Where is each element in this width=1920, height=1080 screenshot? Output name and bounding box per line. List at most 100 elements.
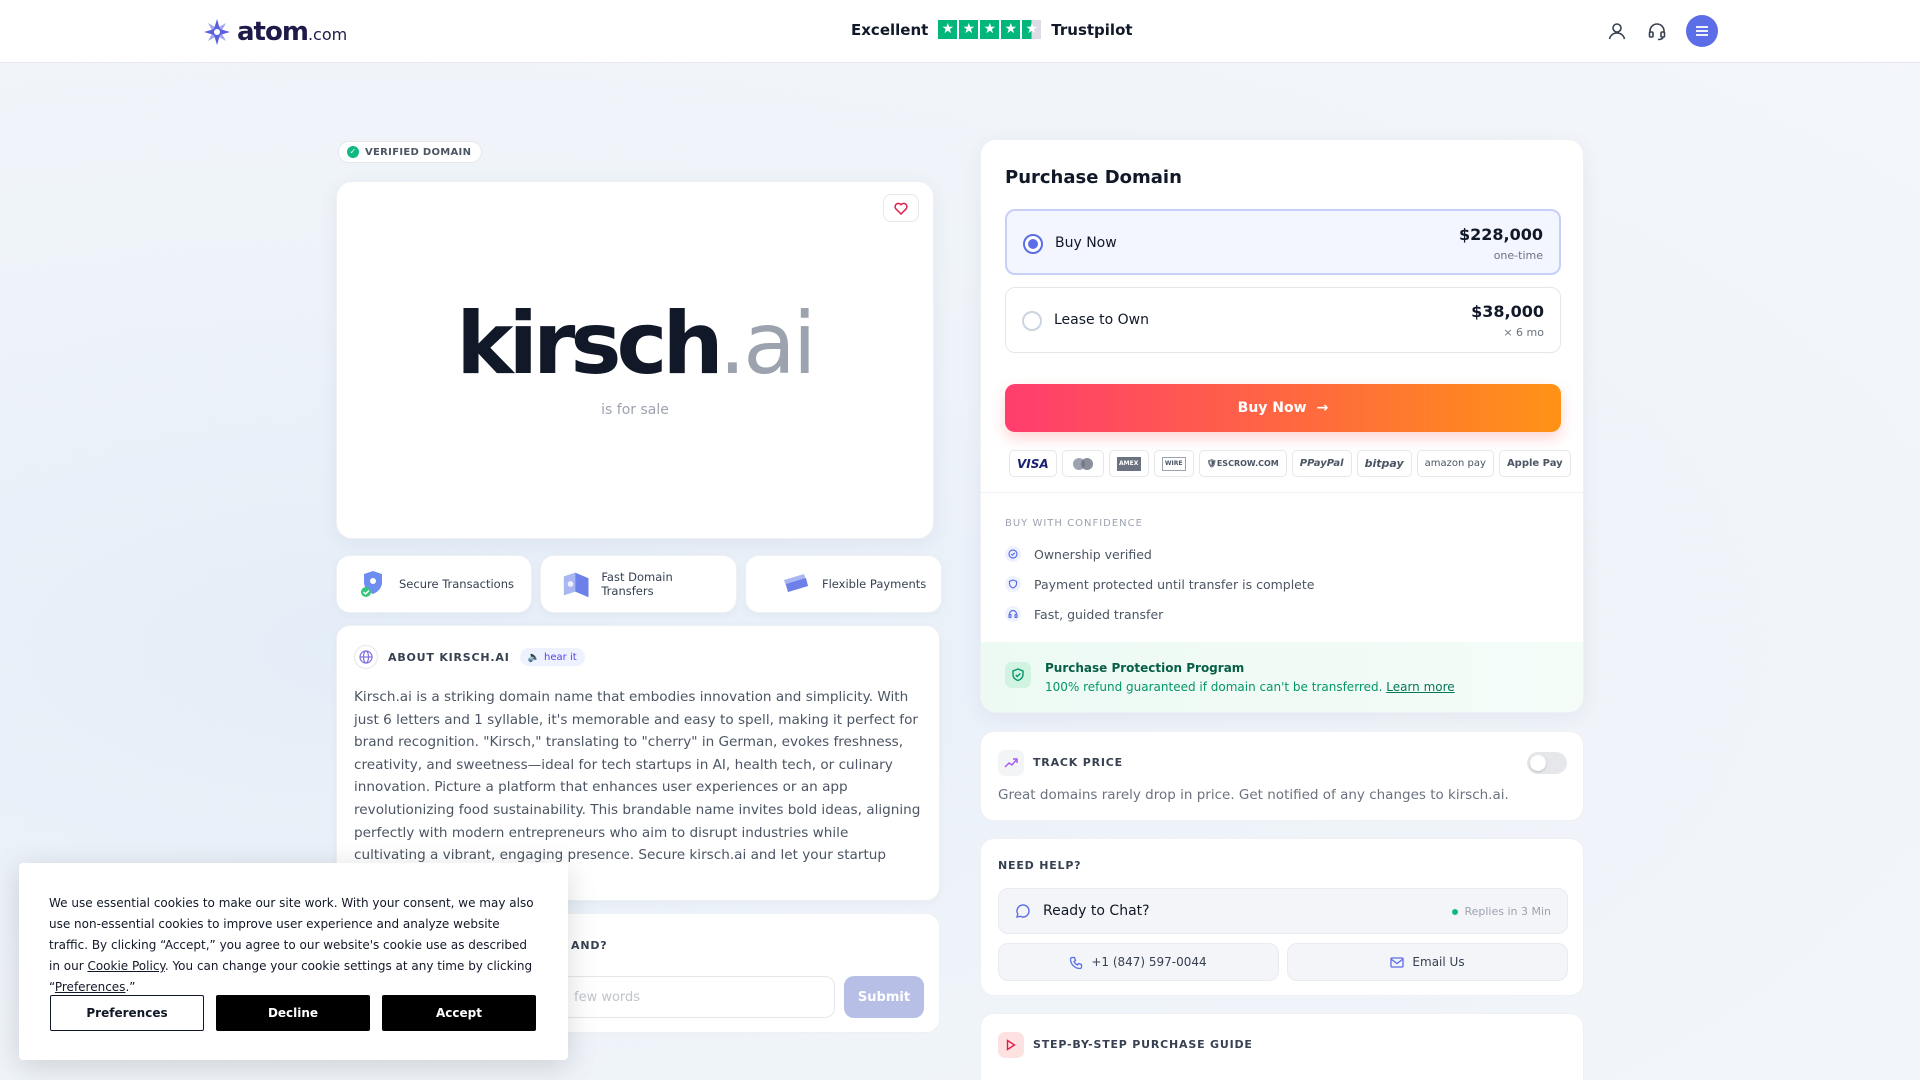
submit-button[interactable]: Submit [844, 976, 924, 1018]
cookie-policy-link[interactable]: Cookie Policy [87, 959, 164, 973]
feature-label: Fast Domain Transfers [601, 570, 673, 598]
purchase-guide-card[interactable]: STEP-BY-STEP PURCHASE GUIDE [980, 1013, 1584, 1080]
favorite-button[interactable] [883, 194, 919, 222]
confidence-item: Payment protected until transfer is comp… [1005, 576, 1314, 592]
apple-pay-logo: Apple Pay [1498, 450, 1571, 477]
check-icon: ✓ [347, 146, 359, 158]
headset-icon[interactable] [1646, 20, 1668, 42]
radio-lease-to-own[interactable] [1022, 311, 1042, 331]
menu-icon [1696, 26, 1708, 36]
speaker-icon: 🔈 [527, 651, 541, 663]
star-icon: ★ [938, 20, 958, 39]
option-sub: one-time [1493, 249, 1543, 262]
atom-logo-icon [204, 19, 230, 45]
track-text: Great domains rarely drop in price. Get … [998, 787, 1509, 803]
trend-icon [998, 750, 1024, 776]
mail-icon [1390, 956, 1405, 968]
track-price-card: TRACK PRICE Great domains rarely drop in… [980, 731, 1584, 821]
menu-button[interactable] [1686, 15, 1718, 47]
shield-icon [361, 571, 382, 597]
amazon-pay-logo: amazon pay [1416, 450, 1494, 477]
trust-stars: ★ ★ ★ ★ ★ [938, 20, 1042, 39]
decline-button[interactable]: Decline [216, 995, 370, 1031]
option-label: Lease to Own [1054, 312, 1149, 328]
card-icon [784, 574, 808, 592]
brand-input[interactable] [537, 976, 835, 1018]
feature-label: Secure Transactions [399, 577, 514, 591]
purchase-title: Purchase Domain [1005, 167, 1182, 188]
help-title: NEED HELP? [998, 859, 1082, 872]
chat-button[interactable]: Ready to Chat? Replies in 3 Min [998, 888, 1568, 934]
divider [981, 492, 1583, 493]
play-icon [998, 1032, 1024, 1058]
feature-flexible-payments: Flexible Payments [745, 555, 942, 613]
purchase-protection: Purchase Protection Program 100% refund … [981, 642, 1583, 712]
atom-logo[interactable]: atom.com [203, 17, 347, 47]
confidence-item: Fast, guided transfer [1005, 606, 1314, 622]
cookie-actions: Preferences Decline Accept [50, 995, 536, 1031]
purchase-domain-card: Purchase Domain Buy Now $228,000 one-tim… [980, 139, 1584, 713]
transfer-icon [563, 572, 589, 598]
verified-domain-badge: ✓ VERIFIED DOMAIN [338, 141, 483, 163]
for-sale-text: is for sale [601, 402, 669, 418]
accept-button[interactable]: Accept [382, 995, 536, 1031]
feature-secure-transactions: Secure Transactions [336, 555, 532, 613]
hear-it-button[interactable]: 🔈 hear it [519, 648, 585, 666]
user-icon[interactable] [1606, 20, 1628, 42]
buy-now-button[interactable]: Buy Now → [1005, 384, 1561, 432]
about-header: ABOUT KIRSCH.AI 🔈 hear it [354, 645, 585, 669]
cookie-banner: We use essential cookies to make our sit… [19, 863, 568, 1060]
preferences-button[interactable]: Preferences [50, 995, 204, 1031]
star-icon: ★ [980, 20, 1000, 39]
online-dot [1452, 908, 1459, 915]
option-buy-now[interactable]: Buy Now $228,000 one-time [1005, 209, 1561, 275]
reply-time: Replies in 3 Min [1452, 905, 1551, 918]
chat-label: Ready to Chat? [1043, 903, 1150, 919]
trust-brand: Trustpilot [1051, 20, 1133, 39]
payment-methods: VISA AMEX WIRE 🛡 ESCROW.COM P PayPal bit… [1009, 450, 1571, 477]
half-star-icon: ★ [1022, 20, 1042, 39]
email-button[interactable]: Email Us [1287, 943, 1568, 981]
bitpay-logo: bitpay [1356, 450, 1412, 477]
star-icon: ★ [1001, 20, 1021, 39]
feature-label: Flexible Payments [822, 577, 927, 591]
phone-button[interactable]: +1 (847) 597-0044 [998, 943, 1279, 981]
shield-check-icon [1005, 662, 1031, 688]
option-sub: × 6 mo [1503, 326, 1544, 339]
option-price: $38,000 [1471, 302, 1544, 321]
confidence-list: Ownership verified Payment protected unt… [1005, 546, 1314, 622]
badge-label: VERIFIED DOMAIN [365, 146, 472, 158]
option-lease-to-own[interactable]: Lease to Own $38,000 × 6 mo [1005, 287, 1561, 353]
shield-icon [1005, 576, 1021, 592]
logo-text: atom.com [237, 17, 348, 47]
track-price-toggle[interactable] [1527, 752, 1567, 774]
option-price: $228,000 [1458, 225, 1543, 244]
feature-fast-transfers: Fast Domain Transfers [540, 555, 737, 613]
protection-title: Purchase Protection Program [1045, 661, 1245, 675]
trustpilot-rating[interactable]: Excellent ★ ★ ★ ★ ★ Trustpilot [851, 20, 1133, 39]
verified-icon [1005, 546, 1021, 562]
phone-icon [1070, 956, 1083, 969]
paypal-logo: P PayPal [1291, 450, 1352, 477]
visa-logo: VISA [1009, 450, 1057, 477]
confidence-item: Ownership verified [1005, 546, 1314, 562]
site-header: atom.com Excellent ★ ★ ★ ★ ★ Trustpilot [0, 0, 1920, 63]
wire-logo: WIRE [1153, 450, 1194, 477]
globe-icon [354, 645, 378, 669]
radio-buy-now[interactable] [1023, 234, 1043, 254]
option-label: Buy Now [1055, 235, 1117, 251]
escrow-logo: 🛡 ESCROW.COM [1198, 450, 1287, 477]
mastercard-logo [1061, 450, 1104, 477]
confidence-title: BUY WITH CONFIDENCE [1005, 518, 1143, 529]
chat-bubble-icon [1015, 903, 1031, 923]
trust-label: Excellent [851, 20, 929, 39]
header-actions [1606, 15, 1718, 47]
learn-more-link[interactable]: Learn more [1386, 680, 1454, 694]
about-domain-card: ABOUT KIRSCH.AI 🔈 hear it Kirsch.ai is a… [336, 625, 940, 901]
brand-question: AND? [571, 939, 608, 952]
domain-hero-card: kirsch.ai is for sale [336, 181, 934, 539]
heart-icon [894, 202, 908, 215]
about-description: Kirsch.ai is a striking domain name that… [354, 689, 921, 886]
arrow-right-icon: → [1316, 400, 1329, 416]
preferences-link[interactable]: Preferences [55, 980, 126, 994]
